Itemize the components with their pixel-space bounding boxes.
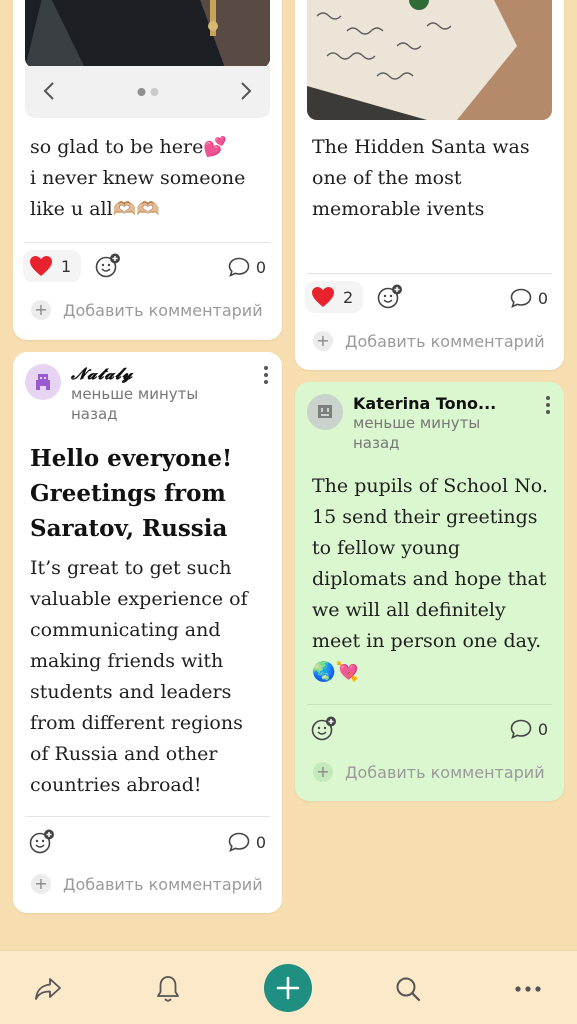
like-button[interactable]: 1 bbox=[23, 250, 82, 282]
divider bbox=[307, 273, 552, 274]
text-line: we will all definitely bbox=[312, 599, 506, 621]
title-line: Greetings from bbox=[30, 480, 226, 507]
divider bbox=[25, 242, 270, 243]
chevron-right-icon[interactable] bbox=[234, 79, 258, 103]
text-line: making friends with bbox=[30, 650, 224, 672]
reaction-bar bbox=[299, 712, 337, 746]
post-text: The Hidden Santa was one of the most mem… bbox=[312, 132, 530, 225]
text-line: diplomats and hope that bbox=[312, 568, 547, 590]
comment-icon bbox=[228, 832, 250, 852]
post-author[interactable]: 𝓝𝓪𝓽𝓪𝓵𝔂 меньше минуты назад bbox=[25, 364, 221, 424]
add-reaction-icon[interactable] bbox=[377, 284, 403, 310]
carousel-dot-active[interactable] bbox=[137, 88, 145, 96]
text-line: to fellow young bbox=[312, 537, 461, 559]
post-text: The pupils of School No. 15 send their g… bbox=[312, 471, 548, 688]
text-line: valuable experience of bbox=[30, 588, 248, 610]
author-name: Katerina Tono... bbox=[353, 394, 497, 413]
post-text: so glad to be here💕 i never knew someone… bbox=[30, 132, 245, 225]
like-count: 1 bbox=[61, 256, 72, 276]
comment-icon bbox=[228, 257, 250, 277]
post-photo[interactable] bbox=[307, 0, 552, 120]
comments-button[interactable]: 0 bbox=[510, 288, 548, 308]
post-card[interactable]: 𝓝𝓪𝓽𝓪𝓵𝔂 меньше минуты назад Hello everyon… bbox=[13, 352, 282, 913]
post-card[interactable]: The Hidden Santa was one of the most mem… bbox=[295, 0, 564, 370]
add-comment-label: Добавить комментарий bbox=[63, 300, 263, 320]
reaction-bar: 1 bbox=[23, 249, 121, 283]
comment-count: 0 bbox=[537, 288, 548, 308]
text-line: students and leaders bbox=[30, 681, 232, 703]
text-line: like u all🫶🏼🫶🏼 bbox=[30, 198, 161, 220]
post-title: Hello everyone! Greetings from Saratov, … bbox=[30, 441, 232, 546]
plus-icon: + bbox=[31, 300, 51, 320]
comment-count: 0 bbox=[537, 719, 548, 739]
add-reaction-icon[interactable] bbox=[29, 829, 55, 855]
text-line: The Hidden Santa was bbox=[312, 136, 530, 158]
text-line: 15 send their greetings bbox=[312, 506, 538, 528]
comment-count: 0 bbox=[255, 832, 266, 852]
add-comment-button[interactable]: + Добавить комментарий bbox=[31, 300, 263, 320]
search-icon[interactable] bbox=[388, 969, 428, 1009]
text-line: so glad to be here💕 bbox=[30, 136, 228, 158]
like-button[interactable]: 2 bbox=[305, 281, 364, 313]
add-icon[interactable] bbox=[264, 964, 312, 1012]
reaction-bar: 2 bbox=[305, 280, 403, 314]
comments-button[interactable]: 0 bbox=[510, 719, 548, 739]
add-comment-button[interactable]: + Добавить комментарий bbox=[31, 874, 263, 894]
share-icon[interactable] bbox=[28, 969, 68, 1009]
plus-icon: + bbox=[31, 874, 51, 894]
carousel-controls bbox=[25, 66, 270, 118]
text-line: meet in person one day. bbox=[312, 630, 542, 652]
add-comment-label: Добавить комментарий bbox=[345, 331, 545, 351]
text-line: 🌏💘 bbox=[312, 661, 360, 683]
text-line: from different regions bbox=[30, 712, 243, 734]
text-line: It’s great to get such bbox=[30, 557, 232, 579]
divider bbox=[307, 704, 552, 705]
add-comment-button[interactable]: + Добавить комментарий bbox=[313, 762, 545, 782]
like-count: 2 bbox=[343, 287, 354, 307]
add-comment-label: Добавить комментарий bbox=[345, 762, 545, 782]
text-line: memorable ivents bbox=[312, 198, 485, 220]
add-comment-button[interactable]: + Добавить комментарий bbox=[313, 331, 545, 351]
carousel-dots bbox=[137, 88, 158, 96]
more-icon[interactable] bbox=[508, 969, 548, 1009]
text-line: one of the most bbox=[312, 167, 462, 189]
divider bbox=[25, 816, 270, 817]
comments-button[interactable]: 0 bbox=[228, 832, 266, 852]
more-options-icon[interactable] bbox=[264, 366, 270, 384]
author-name: 𝓝𝓪𝓽𝓪𝓵𝔂 bbox=[71, 364, 134, 383]
chevron-left-icon[interactable] bbox=[37, 79, 61, 103]
comments-button[interactable]: 0 bbox=[228, 257, 266, 277]
post-text: It’s great to get such valuable experien… bbox=[30, 553, 248, 801]
more-options-icon[interactable] bbox=[546, 396, 552, 414]
bottom-navigation bbox=[0, 950, 577, 1024]
comment-count: 0 bbox=[255, 257, 266, 277]
heart-icon bbox=[30, 256, 52, 276]
post-photo[interactable] bbox=[25, 0, 270, 68]
title-line: Hello everyone! bbox=[30, 445, 233, 472]
bell-icon[interactable] bbox=[148, 969, 188, 1009]
heart-icon bbox=[312, 287, 334, 307]
text-line: of Russia and other bbox=[30, 743, 218, 765]
title-line: Saratov, Russia bbox=[30, 515, 228, 542]
plus-icon: + bbox=[313, 331, 333, 351]
reaction-bar bbox=[17, 825, 55, 859]
avatar[interactable] bbox=[25, 364, 61, 400]
add-reaction-icon[interactable] bbox=[311, 716, 337, 742]
text-line: i never knew someone bbox=[30, 167, 246, 189]
text-line: countries abroad! bbox=[30, 774, 202, 796]
comment-icon bbox=[510, 288, 532, 308]
carousel-dot[interactable] bbox=[150, 88, 158, 96]
post-author[interactable]: Katerina Tono... меньше минуты назад bbox=[307, 394, 503, 453]
text-line: The pupils of School No. bbox=[312, 475, 548, 497]
comment-icon bbox=[510, 719, 532, 739]
add-reaction-icon[interactable] bbox=[95, 253, 121, 279]
avatar[interactable] bbox=[307, 394, 343, 430]
post-card[interactable]: Katerina Tono... меньше минуты назад The… bbox=[295, 382, 564, 801]
text-line: communicating and bbox=[30, 619, 221, 641]
post-time: меньше минуты назад bbox=[71, 385, 199, 423]
post-card[interactable]: so glad to be here💕 i never knew someone… bbox=[13, 0, 282, 340]
add-comment-label: Добавить комментарий bbox=[63, 874, 263, 894]
plus-icon: + bbox=[313, 762, 333, 782]
post-time: меньше минуты назад bbox=[353, 414, 481, 452]
